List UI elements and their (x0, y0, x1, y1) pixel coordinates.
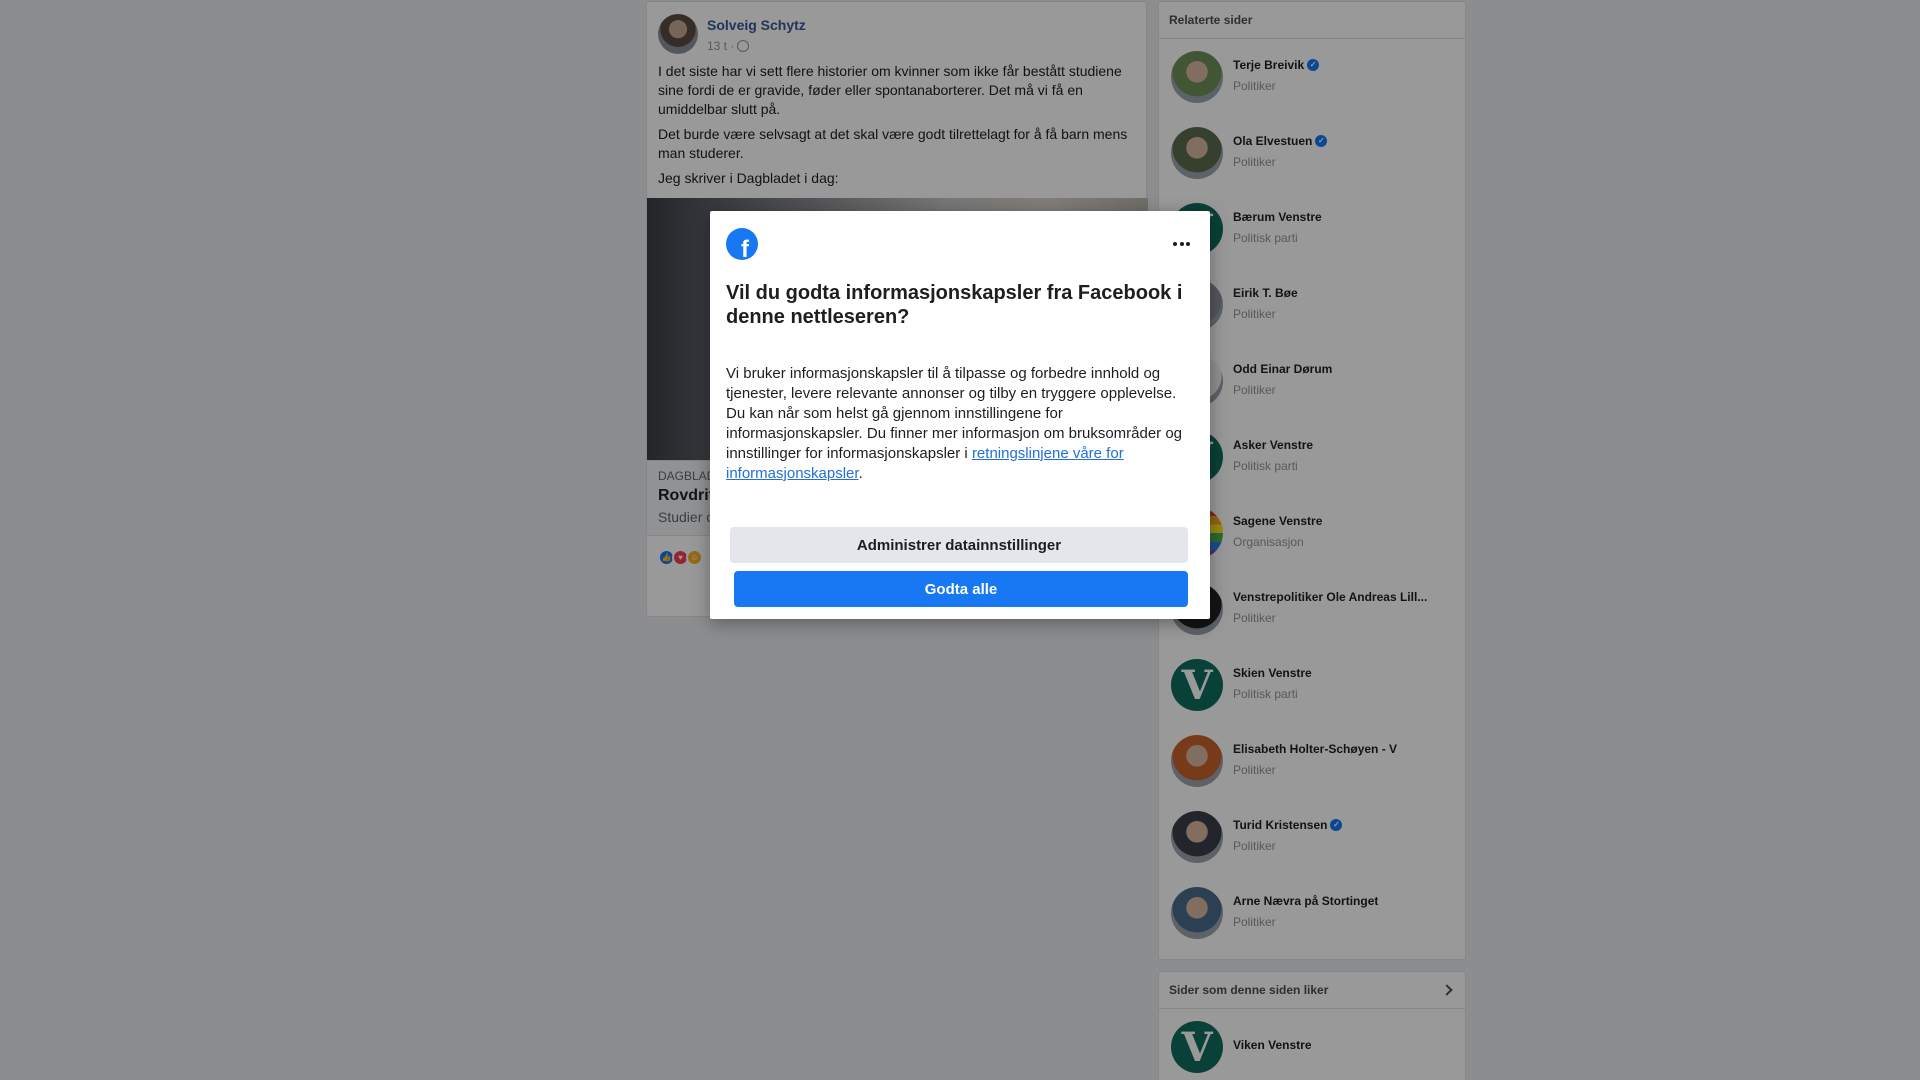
cookie-consent-dialog: f Vil du godta informasjonskapsler fra F… (710, 211, 1210, 619)
more-options-icon[interactable] (1173, 242, 1190, 246)
dialog-body-end: . (858, 465, 863, 482)
accept-all-button[interactable]: Godta alle (734, 571, 1188, 607)
manage-data-settings-button[interactable]: Administrer datainnstillinger (730, 527, 1188, 563)
dialog-body: Vi bruker informasjonskapsler til å tilp… (726, 364, 1194, 484)
dialog-title: Vil du godta informasjonskapsler fra Fac… (726, 282, 1183, 328)
facebook-logo-icon: f (726, 228, 758, 260)
